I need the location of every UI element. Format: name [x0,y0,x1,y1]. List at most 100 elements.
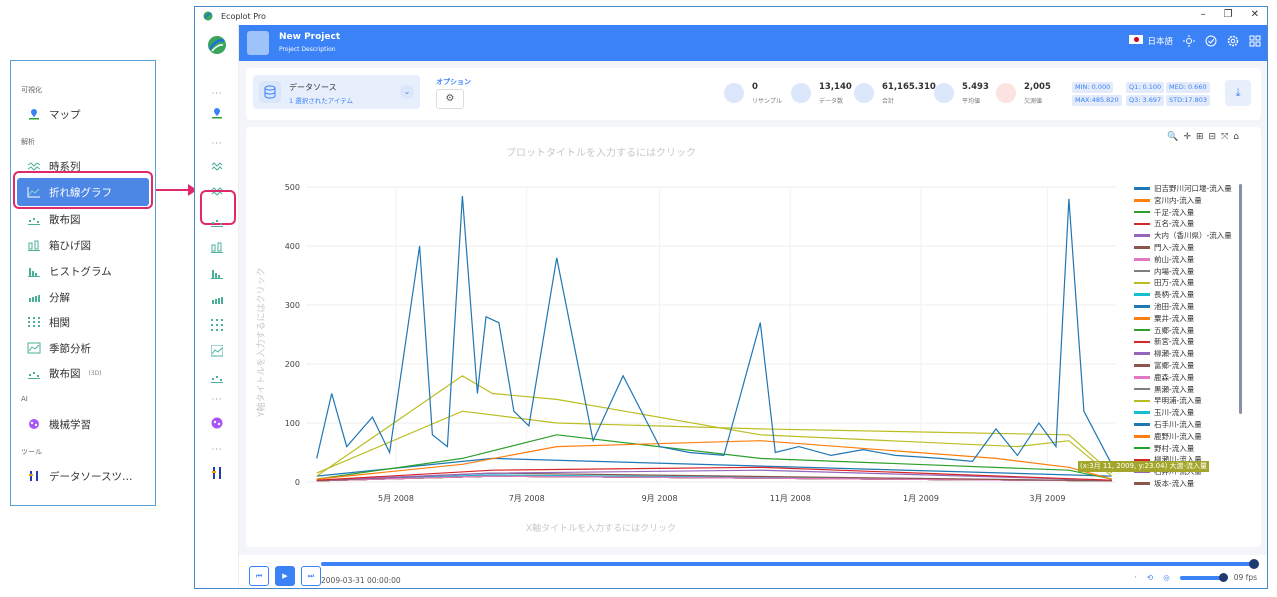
check-circle-icon[interactable] [1205,35,1217,47]
tooltip-value: (x:3月 11, 2009, y:23.04) [1080,462,1168,470]
tools-icon[interactable] [211,467,223,479]
pan-icon[interactable]: ✛ [1183,132,1191,142]
project-description[interactable]: Project Description [279,46,336,53]
datasource-subtitle: 1 選択されたアイテム [289,97,354,105]
menu-item-ml[interactable]: 機械学習 [27,415,91,433]
minimize-button[interactable]: – [1201,9,1206,20]
legend-swatch [1134,364,1150,367]
legend-item[interactable]: 富郷-流入量 [1134,360,1194,371]
more-icon[interactable]: · [1135,573,1137,582]
stat-label: 平均値 [962,98,981,105]
legend-item[interactable]: 粟井-流入量 [1134,313,1194,324]
home-icon[interactable]: ⌂ [1233,132,1239,142]
chevron-down-icon[interactable]: ⌄ [400,85,414,99]
map-pin-icon[interactable] [211,107,223,119]
legend-item[interactable]: 早明浦-流入量 [1134,395,1202,406]
legend-item[interactable]: 野村-流入量 [1134,443,1194,454]
legend-swatch [1134,246,1150,249]
legend-swatch [1134,435,1150,438]
legend-item[interactable]: 旧吉野川河口堰-流入量 [1134,183,1232,194]
app-logo-icon [203,11,213,21]
legend-item[interactable]: 鹿野川-流入量 [1134,431,1202,442]
ml-icon[interactable] [211,417,223,429]
scatter-icon[interactable] [211,215,223,227]
datasource-selector[interactable]: データソース 1 選択されたアイテム ⌄ [253,75,420,109]
download-button[interactable]: ⤓ [1225,80,1251,106]
legend-item[interactable]: 玉川-流入量 [1134,407,1194,418]
zoom-icon[interactable]: 🔍 [1167,132,1178,142]
autoscale-icon[interactable]: ⤧ [1221,132,1228,142]
language-selector[interactable]: 日本語 [1129,35,1173,47]
project-name[interactable]: New Project [279,32,340,42]
menu-item-correlation[interactable]: 相関 [27,313,70,331]
legend-item[interactable]: 黒瀬-流入量 [1134,384,1194,395]
timeline-handle[interactable] [1249,559,1259,569]
timeseries-icon[interactable] [211,161,223,173]
legend-swatch [1134,376,1150,379]
legend-item[interactable]: 新宮-流入量 [1134,336,1194,347]
legend-item[interactable]: 前山-流入量 [1134,254,1194,265]
menu-item-histogram[interactable]: ヒストグラム [27,262,112,280]
speed-icon[interactable]: ◎ [1163,573,1170,582]
histogram-icon[interactable] [211,267,223,279]
zoom-out-icon[interactable]: ⊟ [1209,132,1217,142]
legend-label: 富郷-流入量 [1154,361,1195,370]
menu-item-scatter-3d[interactable]: 散布図 (3D) [27,364,102,382]
legend-item[interactable]: 五郷-流入量 [1134,325,1194,336]
zoom-in-icon[interactable]: ⊞ [1196,132,1204,142]
highlight-box [13,171,153,209]
settings-gear-icon[interactable] [1227,35,1239,47]
menu-item-seasonal[interactable]: 季節分析 [27,339,91,357]
legend-label: 坂本-流入量 [1154,479,1195,488]
theme-sun-icon[interactable] [1183,35,1195,47]
legend-item[interactable]: 長柄-流入量 [1134,289,1194,300]
options-gear-button[interactable]: ⚙ [436,89,464,109]
seasonal-icon[interactable] [211,345,223,357]
legend-item[interactable]: 門入-流入量 [1134,242,1194,253]
stat-value: 61,165.310 [882,82,936,92]
legend-item[interactable]: 田万-流入量 [1134,277,1194,288]
loop-icon[interactable]: ⟲ [1147,573,1153,582]
speed-slider-handle[interactable] [1218,572,1228,582]
menu-item-scatter[interactable]: 散布図 [27,210,81,228]
decompose-icon[interactable] [211,293,223,305]
speed-slider[interactable] [1179,572,1228,582]
project-thumbnail[interactable] [247,31,269,55]
stat-med: MED: 0.660 [1166,82,1210,93]
menu-item-datasource-tools[interactable]: データソースツ… [27,467,132,485]
legend-item[interactable]: 柳瀬-流入量 [1134,348,1194,359]
legend-item[interactable]: 池田-流入量 [1134,301,1194,312]
tooltip-series: 大渡-流入量 [1169,462,1208,470]
legend-item[interactable]: 五名-流入量 [1134,218,1194,229]
maximize-button[interactable]: ❐ [1224,9,1233,20]
menu-item-boxplot[interactable]: 箱ひげ図 [27,236,91,254]
legend-scrollbar[interactable] [1239,184,1242,414]
boxplot-icon[interactable] [211,241,223,253]
legend-item[interactable]: 坂本-流入量 [1134,478,1194,489]
menu-item-label: データソースツ… [49,470,133,483]
close-button[interactable]: ✕ [1251,9,1259,20]
skip-forward-button[interactable]: ⏭ [301,566,321,586]
legend-item[interactable]: 宮川内-流入量 [1134,195,1202,206]
legend-label: 長柄-流入量 [1154,290,1195,300]
legend-item[interactable]: 石手川-流入量 [1134,419,1202,430]
legend-item[interactable]: 内場-流入量 [1134,266,1194,277]
correlation-icon[interactable] [211,319,223,331]
y-axis-title[interactable]: Y軸タイトルを入力するにはクリック [254,268,267,418]
line-chart[interactable]: 0 100 200 300 400 500 5月 2008 7月 2008 9月 2008 11月… [246,127,1261,547]
plot-title[interactable]: プロットタイトルを入力するにはクリック [246,144,956,159]
play-button[interactable]: ▶ [275,566,295,586]
scatter3d-icon[interactable] [211,371,223,383]
menu-item-decompose[interactable]: 分解 [27,288,70,306]
legend-item[interactable]: 千足-流入量 [1134,207,1194,218]
legend-item[interactable]: 大内（香川県）-流入量 [1134,230,1232,241]
timeline-slider[interactable] [321,562,1253,566]
x-axis-title[interactable]: X軸タイトルを入力するにはクリック [246,521,956,534]
skip-back-button[interactable]: ⏮ [249,566,269,586]
y-tick-label: 300 [285,301,300,310]
legend-label: 宮川内-流入量 [1154,195,1202,205]
grid-apps-icon[interactable] [1249,35,1261,47]
chart-legend[interactable]: 旧吉野川河口堰-流入量 宮川内-流入量千足-流入量 五名-流入量 大内（香川県）-流入… [1134,183,1254,496]
menu-item-map[interactable]: マップ [27,105,81,123]
legend-item[interactable]: 鹿森-流入量 [1134,372,1194,383]
